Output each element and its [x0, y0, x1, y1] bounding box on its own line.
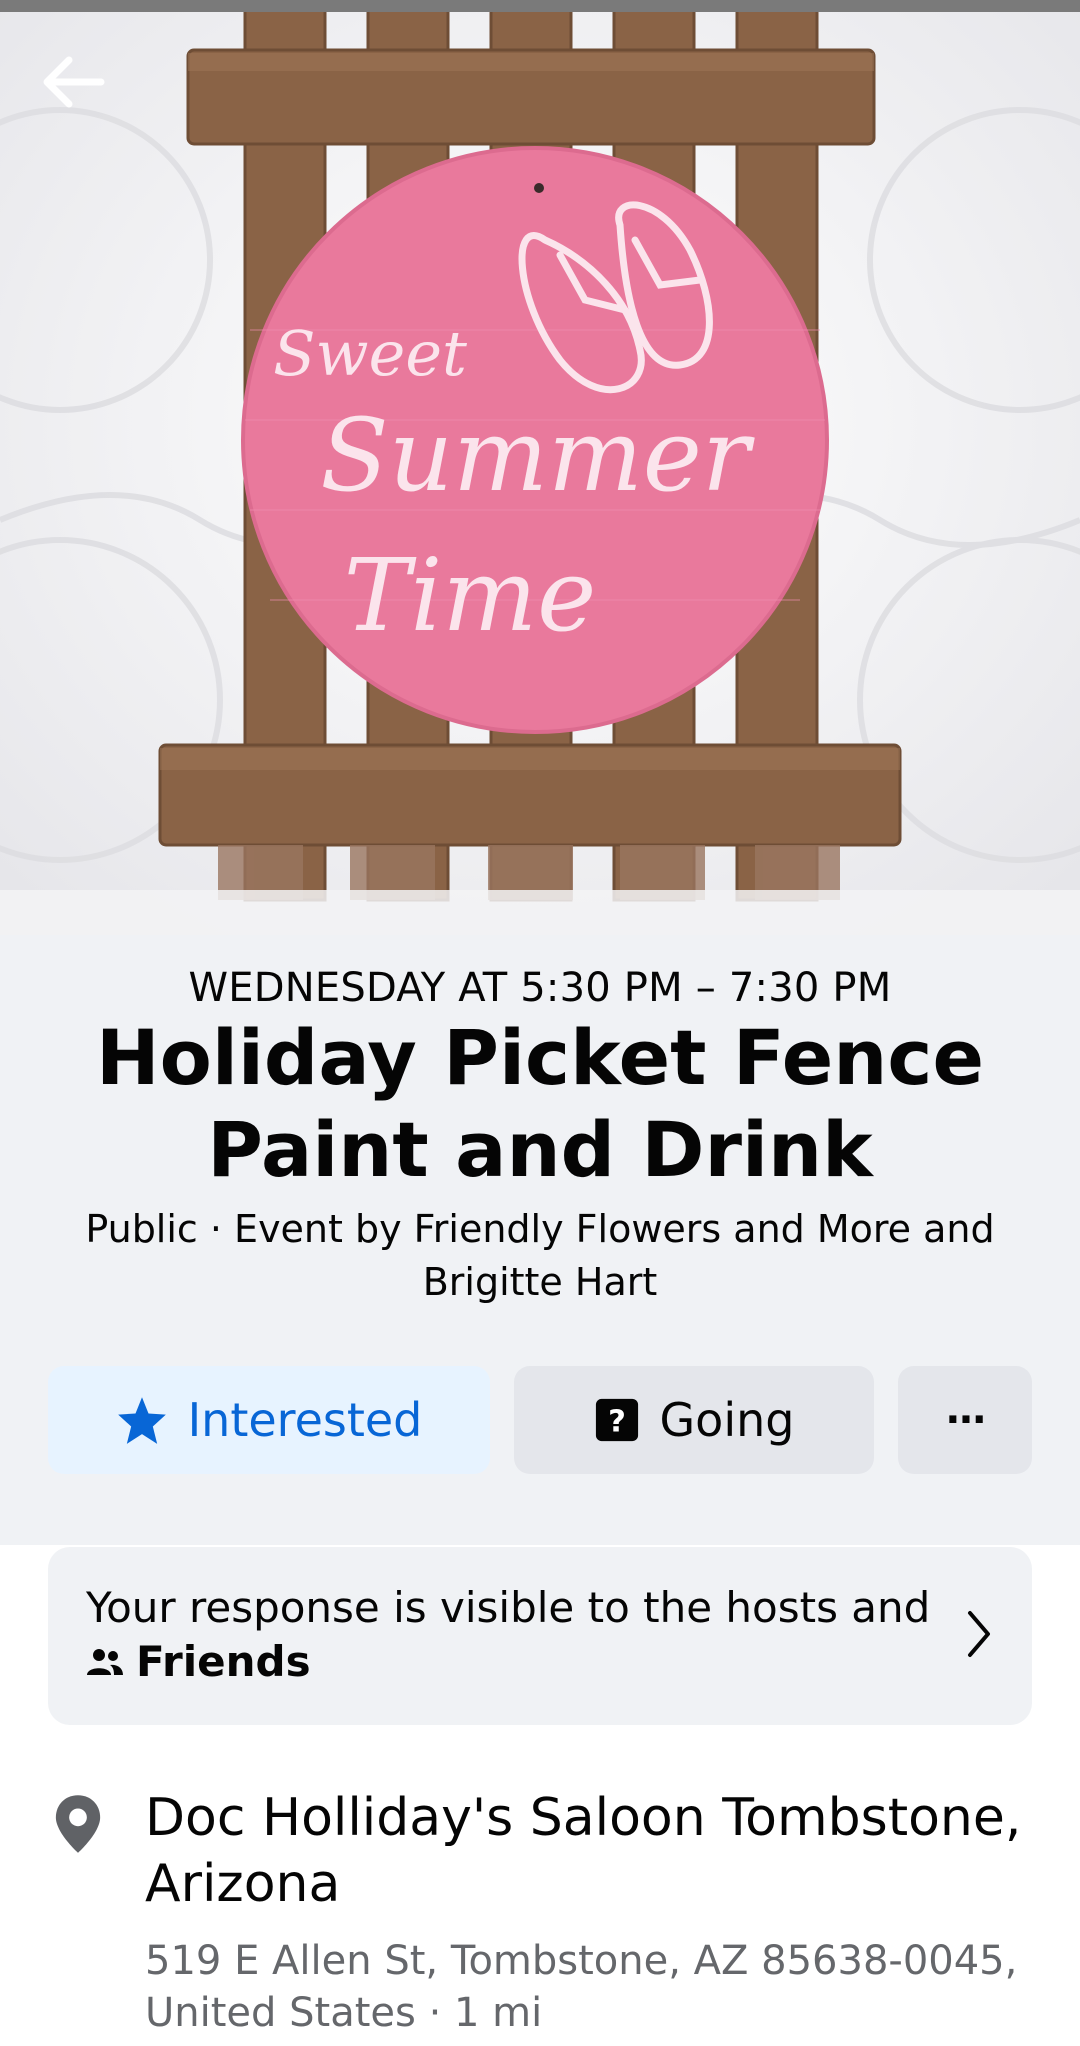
event-subtitle[interactable]: Public · Event by Friendly Flowers and M… — [60, 1203, 1020, 1309]
response-visibility-card[interactable]: Your response is visible to the hosts an… — [48, 1547, 1032, 1725]
status-strip — [0, 0, 1080, 12]
audience-label: Friends — [136, 1637, 311, 1686]
sign-word-1: Sweet — [273, 317, 467, 390]
venue-address: 519 E Allen St, Tombstone, AZ 85638-0045… — [145, 1938, 1018, 2036]
more-dots-icon: ··· — [945, 1397, 987, 1443]
event-title: Holiday Picket Fence Paint and Drink — [96, 1013, 984, 1194]
more-options-button[interactable]: ··· — [898, 1366, 1032, 1474]
going-label: Going — [659, 1393, 795, 1447]
sign-word-2: Summer — [320, 397, 755, 514]
question-box-icon: ? — [594, 1397, 640, 1443]
sign-word-3: Time — [344, 537, 597, 654]
event-actions: Interested ? Going ··· — [48, 1366, 1032, 1474]
location-pin-icon — [50, 1793, 106, 1859]
back-button[interactable] — [30, 40, 114, 124]
back-arrow-icon — [43, 56, 105, 108]
response-visibility-text: Your response is visible to the hosts an… — [86, 1581, 946, 1689]
cover-illustration: Sweet Summer Time — [0, 0, 1080, 935]
event-cover-photo[interactable]: Sweet Summer Time — [0, 0, 1080, 935]
interested-label: Interested — [187, 1393, 423, 1447]
interested-button[interactable]: Interested — [48, 1366, 490, 1474]
venue-name[interactable]: Doc Holliday's Saloon Tombstone, Arizona — [145, 1785, 1045, 1917]
response-audience: Friends — [86, 1635, 946, 1689]
chevron-right-icon — [964, 1607, 994, 1665]
star-icon — [116, 1395, 168, 1445]
friends-icon — [86, 1647, 124, 1677]
going-button[interactable]: ? Going — [514, 1366, 874, 1474]
event-location[interactable]: Doc Holliday's Saloon Tombstone, Arizona… — [0, 1785, 1080, 2046]
event-date-time: WEDNESDAY AT 5:30 PM – 7:30 PM — [188, 965, 892, 1011]
response-visibility-line: Your response is visible to the hosts an… — [86, 1583, 931, 1632]
svg-text:?: ? — [608, 1405, 626, 1440]
